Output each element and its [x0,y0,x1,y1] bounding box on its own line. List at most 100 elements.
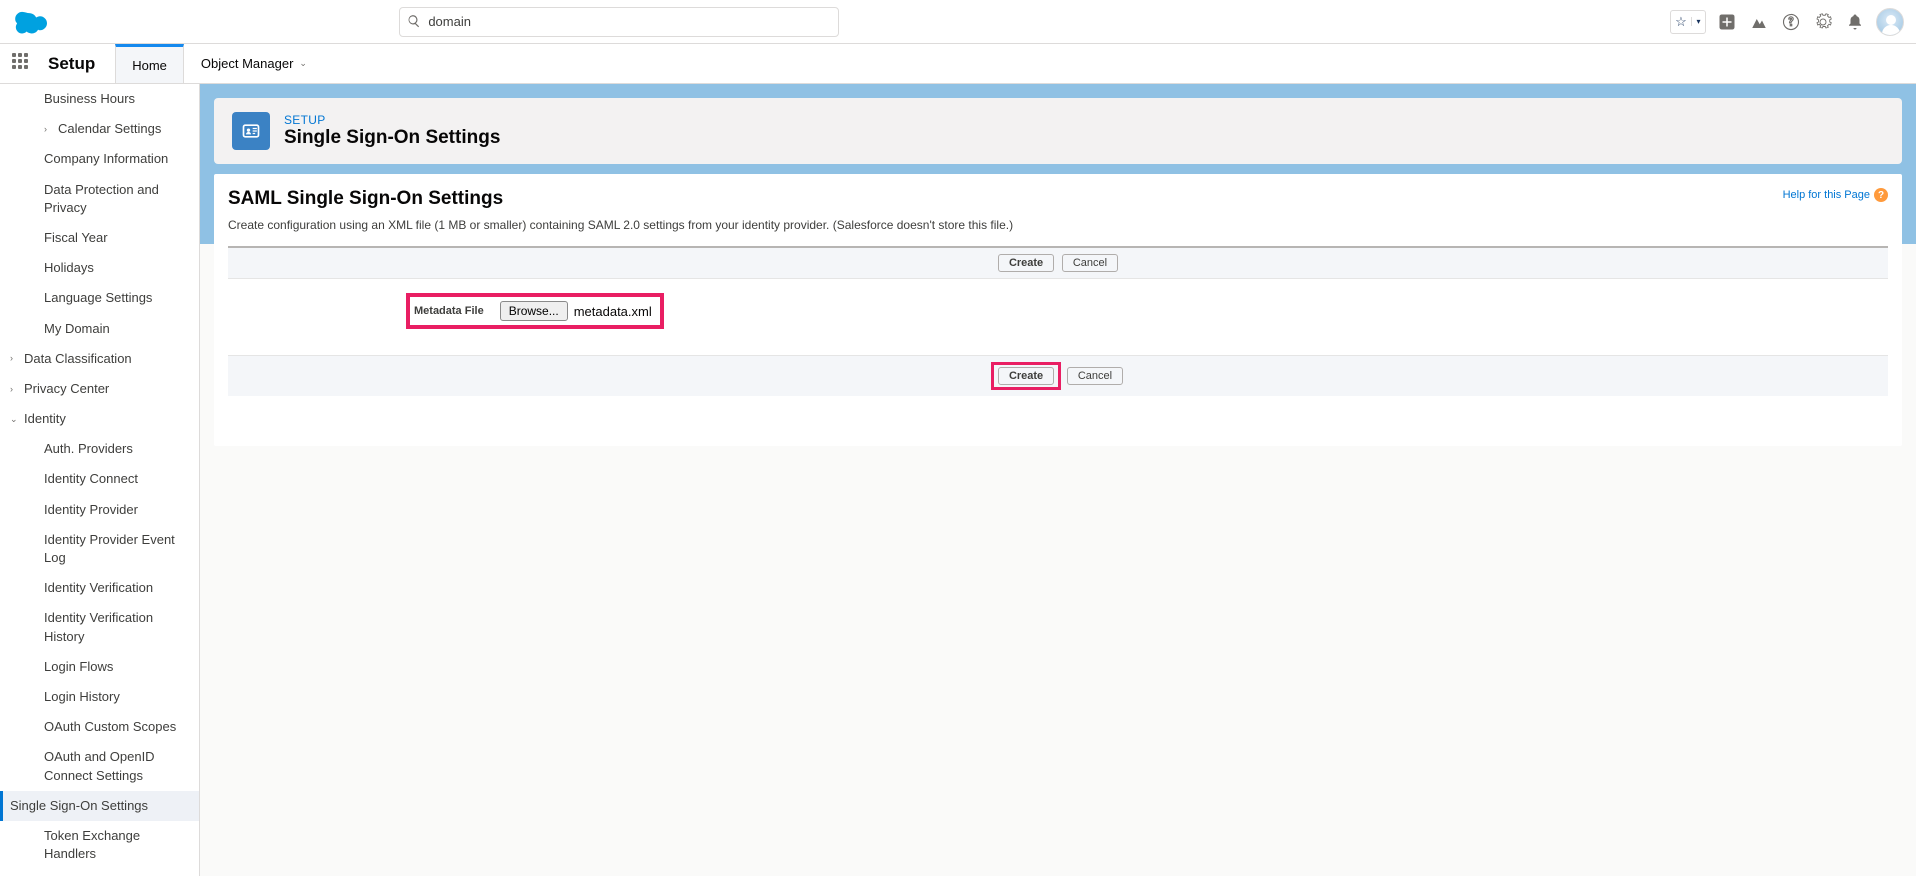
header-actions: ☆ ▾ [1670,8,1904,36]
setup-sidebar: Business Hours›Calendar SettingsCompany … [0,84,200,876]
context-bar: Setup Home Object Manager ⌄ [0,44,1916,84]
favorites-button[interactable]: ☆ ▾ [1670,10,1706,34]
sidebar-item[interactable]: Business Hours [0,84,199,114]
trailhead-icon[interactable] [1748,11,1770,33]
tab-label: Object Manager [201,56,294,71]
sidebar-item[interactable]: ›Data Classification [0,344,199,374]
bell-icon[interactable] [1844,11,1866,33]
page-header: SETUP Single Sign-On Settings [214,98,1902,164]
sidebar-item-label: Language Settings [44,289,189,307]
chevron-down-icon: ⌄ [10,413,24,426]
sidebar-item[interactable]: Fiscal Year [0,223,199,253]
global-search [399,7,839,37]
breadcrumb: SETUP [284,113,500,127]
section-title: SAML Single Sign-On Settings [228,188,1888,210]
sidebar-item-label: Identity Verification History [44,609,189,645]
form-body: Metadata File Browse... metadata.xml Cre… [228,279,1888,426]
browse-button[interactable]: Browse... [500,301,568,321]
tab-object-manager[interactable]: Object Manager ⌄ [184,44,324,83]
add-icon[interactable] [1716,11,1738,33]
page-header-icon [232,112,270,150]
sidebar-item-label: Identity Provider Event Log [44,531,189,567]
global-header: ☆ ▾ [0,0,1916,44]
sidebar-item[interactable]: ›Security [0,869,199,876]
sidebar-item[interactable]: Auth. Providers [0,434,199,464]
create-button[interactable]: Create [998,367,1054,385]
user-avatar[interactable] [1876,8,1904,36]
tab-home[interactable]: Home [115,44,184,83]
create-button[interactable]: Create [998,254,1054,272]
button-row-top: Create Cancel [228,248,1888,279]
chevron-right-icon: › [10,352,24,365]
create-button-highlight: Create [991,362,1061,390]
sidebar-item-label: Calendar Settings [58,120,189,138]
app-name: Setup [48,54,95,74]
page-title: Single Sign-On Settings [284,127,500,149]
app-launcher-icon[interactable] [12,53,34,75]
sidebar-item-label: Login Flows [44,658,189,676]
search-icon [407,14,421,28]
main-content: SETUP Single Sign-On Settings Help for t… [200,84,1916,876]
sidebar-item-label: Identity Provider [44,501,189,519]
sidebar-item[interactable]: ›Privacy Center [0,374,199,404]
layout: Business Hours›Calendar SettingsCompany … [0,84,1916,876]
sidebar-item[interactable]: OAuth and OpenID Connect Settings [0,742,199,790]
sidebar-item-label: OAuth Custom Scopes [44,718,189,736]
sidebar-item[interactable]: Login History [0,682,199,712]
sidebar-item-label: Single Sign-On Settings [10,797,189,815]
cancel-button[interactable]: Cancel [1062,254,1118,272]
metadata-file-row: Metadata File Browse... metadata.xml [228,293,1888,329]
section-description: Create configuration using an XML file (… [228,218,1888,232]
sidebar-item[interactable]: Data Protection and Privacy [0,175,199,223]
sidebar-item[interactable]: Identity Provider Event Log [0,525,199,573]
sidebar-item-label: Data Classification [24,350,189,368]
salesforce-logo [12,8,54,36]
sidebar-item-label: Business Hours [44,90,189,108]
sidebar-item[interactable]: Token Exchange Handlers [0,821,199,869]
sidebar-item-label: My Domain [44,320,189,338]
sidebar-item-label: Auth. Providers [44,440,189,458]
cancel-button[interactable]: Cancel [1067,367,1123,385]
sidebar-item[interactable]: Identity Connect [0,464,199,494]
search-input[interactable] [399,7,839,37]
sidebar-item[interactable]: My Domain [0,314,199,344]
sidebar-item-label: Privacy Center [24,380,189,398]
button-row-bottom: Create Cancel [228,355,1888,396]
sidebar-item[interactable]: OAuth Custom Scopes [0,712,199,742]
sidebar-item[interactable]: Identity Verification History [0,603,199,651]
sidebar-item[interactable]: Company Information [0,144,199,174]
sidebar-item[interactable]: Language Settings [0,283,199,313]
help-icon: ? [1874,188,1888,202]
gear-icon[interactable] [1812,11,1834,33]
help-link-label: Help for this Page [1783,189,1870,201]
metadata-file-label: Metadata File [414,305,484,317]
selected-file-name: metadata.xml [574,304,652,319]
chevron-down-icon: ▾ [1691,17,1705,26]
help-link[interactable]: Help for this Page ? [1783,188,1888,202]
sidebar-item[interactable]: ›Calendar Settings [0,114,199,144]
sidebar-item[interactable]: Single Sign-On Settings [0,791,199,821]
sidebar-item[interactable]: Login Flows [0,652,199,682]
sidebar-item-label: Identity Verification [44,579,189,597]
sidebar-item-label: Token Exchange Handlers [44,827,189,863]
sidebar-item-label: Login History [44,688,189,706]
sidebar-item-label: Holidays [44,259,189,277]
metadata-file-highlight: Metadata File Browse... metadata.xml [406,293,664,329]
form-block: Create Cancel Metadata File Browse... me… [228,246,1888,426]
sidebar-item[interactable]: Identity Verification [0,573,199,603]
chevron-down-icon: ⌄ [299,58,307,69]
help-icon[interactable] [1780,11,1802,33]
star-icon: ☆ [1671,14,1691,30]
chevron-right-icon: › [44,123,58,136]
sidebar-item-label: Identity Connect [44,470,189,488]
sidebar-item[interactable]: ⌄Identity [0,404,199,434]
sidebar-item-label: OAuth and OpenID Connect Settings [44,748,189,784]
sidebar-item-label: Identity [24,410,189,428]
chevron-right-icon: › [10,383,24,396]
sidebar-item-label: Fiscal Year [44,229,189,247]
sidebar-item-label: Company Information [44,150,189,168]
content-card: Help for this Page ? SAML Single Sign-On… [214,174,1902,446]
sidebar-item[interactable]: Holidays [0,253,199,283]
sidebar-item[interactable]: Identity Provider [0,495,199,525]
sidebar-item-label: Data Protection and Privacy [44,181,189,217]
